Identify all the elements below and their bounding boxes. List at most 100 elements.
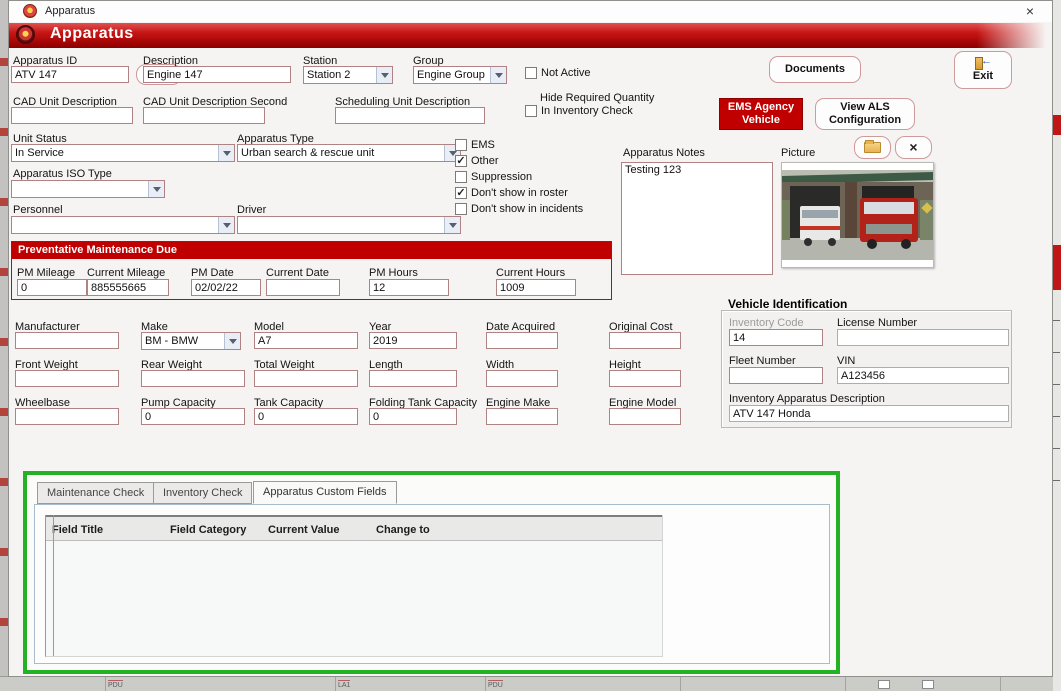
- dont-show-in-incidents-checkbox[interactable]: Don't show in incidents: [455, 203, 583, 215]
- date-acquired-input[interactable]: [486, 332, 558, 349]
- height-input[interactable]: [609, 370, 681, 387]
- front-weight-input[interactable]: [15, 370, 119, 387]
- fire-station-photo: [782, 170, 933, 260]
- inventory-code-label: Inventory Code: [729, 317, 804, 329]
- picture-clear-button[interactable]: ×: [895, 136, 932, 159]
- apparatus-notes-textarea[interactable]: Testing 123: [621, 162, 773, 275]
- view-als-configuration-button[interactable]: View ALS Configuration: [815, 98, 915, 130]
- vin-input[interactable]: [837, 367, 1009, 384]
- background-text-fragment: PDU: [108, 680, 123, 689]
- apparatus-id-input[interactable]: [11, 66, 129, 83]
- apparatus-notes-label: Apparatus Notes: [623, 147, 705, 159]
- ems-checkbox[interactable]: EMS: [455, 139, 495, 151]
- chevron-down-icon[interactable]: [218, 145, 234, 161]
- background-window-bottom-edge: PDU LA1 PDU: [0, 676, 1061, 691]
- background-window-right-edge: [1053, 0, 1061, 691]
- background-red-mark: [1053, 115, 1061, 135]
- suppression-checkbox[interactable]: Suppression: [455, 171, 532, 183]
- picture-label: Picture: [781, 147, 815, 159]
- tab-inventory-check[interactable]: Inventory Check: [153, 482, 252, 504]
- driver-label: Driver: [237, 204, 266, 216]
- apparatus-iso-type-select[interactable]: [11, 180, 165, 198]
- wheelbase-input[interactable]: [15, 408, 119, 425]
- station-select[interactable]: Station 2: [303, 66, 393, 84]
- pm-mileage-label: PM Mileage: [17, 267, 75, 279]
- inventory-code-input[interactable]: [729, 329, 823, 346]
- pump-capacity-input[interactable]: [141, 408, 245, 425]
- license-number-label: License Number: [837, 317, 917, 329]
- window-title: Apparatus: [45, 5, 95, 17]
- chevron-down-icon[interactable]: [218, 217, 234, 233]
- model-input[interactable]: [254, 332, 358, 349]
- cad-unit-description-second-input[interactable]: [143, 107, 265, 124]
- chevron-down-icon[interactable]: [444, 217, 460, 233]
- custom-fields-table-header: Field Title Field Category Current Value…: [46, 515, 662, 541]
- tab-apparatus-custom-fields[interactable]: Apparatus Custom Fields: [253, 481, 397, 504]
- ems-agency-vehicle-button[interactable]: EMS Agency Vehicle: [719, 98, 803, 130]
- year-input[interactable]: [369, 332, 457, 349]
- current-hours-label: Current Hours: [496, 267, 565, 279]
- group-select[interactable]: Engine Group: [413, 66, 507, 84]
- license-number-input[interactable]: [837, 329, 1009, 346]
- total-weight-input[interactable]: [254, 370, 358, 387]
- pm-date-label: PM Date: [191, 267, 234, 279]
- highlight-box: Maintenance Check Inventory Check Appara…: [23, 471, 840, 674]
- chevron-down-icon[interactable]: [148, 181, 164, 197]
- picture-browse-button[interactable]: [854, 136, 891, 159]
- dont-show-in-roster-checkbox[interactable]: ✓Don't show in roster: [455, 187, 568, 199]
- screen: PDU LA1 PDU Apparatus × Apparatus Appara…: [0, 0, 1061, 691]
- apparatus-picture: [781, 162, 934, 268]
- description-input[interactable]: [143, 66, 291, 83]
- background-grid-line: [335, 677, 336, 691]
- original-cost-input[interactable]: [609, 332, 681, 349]
- engine-model-input[interactable]: [609, 408, 681, 425]
- pm-hours-input[interactable]: [369, 279, 449, 296]
- column-current-value: Current Value: [268, 524, 340, 536]
- folding-tank-capacity-input[interactable]: [369, 408, 457, 425]
- page-title: Apparatus: [50, 25, 134, 43]
- current-hours-input[interactable]: [496, 279, 576, 296]
- unit-status-select[interactable]: In Service: [11, 144, 235, 162]
- width-input[interactable]: [486, 370, 558, 387]
- length-input[interactable]: [369, 370, 457, 387]
- current-mileage-input[interactable]: [87, 279, 169, 296]
- personnel-label: Personnel: [13, 204, 63, 216]
- hide-required-quantity-checkbox[interactable]: In Inventory Check: [525, 105, 633, 117]
- app-badge-icon: [23, 4, 37, 18]
- background-grid-line: [1000, 677, 1001, 691]
- manufacturer-input[interactable]: [15, 332, 119, 349]
- close-icon[interactable]: ×: [1020, 2, 1040, 20]
- inventory-apparatus-description-label: Inventory Apparatus Description: [729, 393, 885, 405]
- vehicle-identification-heading: Vehicle Identification: [728, 297, 847, 311]
- chevron-down-icon[interactable]: [224, 333, 240, 349]
- cad-unit-description-input[interactable]: [11, 107, 133, 124]
- background-text-fragment: LA1: [338, 680, 350, 689]
- fleet-number-input[interactable]: [729, 367, 823, 384]
- personnel-select[interactable]: [11, 216, 235, 234]
- column-field-title: Field Title: [52, 524, 103, 536]
- current-date-input[interactable]: [266, 279, 340, 296]
- apparatus-type-select[interactable]: Urban search & rescue unit: [237, 144, 461, 162]
- driver-select[interactable]: [237, 216, 461, 234]
- pm-date-input[interactable]: [191, 279, 261, 296]
- current-mileage-label: Current Mileage: [87, 267, 165, 279]
- rear-weight-input[interactable]: [141, 370, 245, 387]
- exit-button[interactable]: ← Exit: [954, 51, 1012, 89]
- engine-make-input[interactable]: [486, 408, 558, 425]
- chevron-down-icon[interactable]: [490, 67, 506, 83]
- background-mini-window: [878, 680, 890, 689]
- pm-mileage-input[interactable]: [17, 279, 87, 296]
- documents-button[interactable]: Documents: [769, 56, 861, 83]
- apparatus-window: Apparatus × Apparatus Apparatus ID ✎ Des…: [8, 0, 1053, 677]
- chevron-down-icon[interactable]: [376, 67, 392, 83]
- tab-maintenance-check[interactable]: Maintenance Check: [37, 482, 154, 504]
- scheduling-unit-description-input[interactable]: [335, 107, 485, 124]
- page-banner: Apparatus: [9, 23, 1052, 48]
- other-checkbox[interactable]: ✓Other: [455, 155, 499, 167]
- not-active-checkbox[interactable]: Not Active: [525, 67, 591, 79]
- tank-capacity-input[interactable]: [254, 408, 358, 425]
- make-select[interactable]: BM - BMW: [141, 332, 241, 350]
- department-badge-icon: [16, 25, 35, 44]
- inventory-apparatus-description-input[interactable]: [729, 405, 1009, 422]
- current-date-label: Current Date: [266, 267, 329, 279]
